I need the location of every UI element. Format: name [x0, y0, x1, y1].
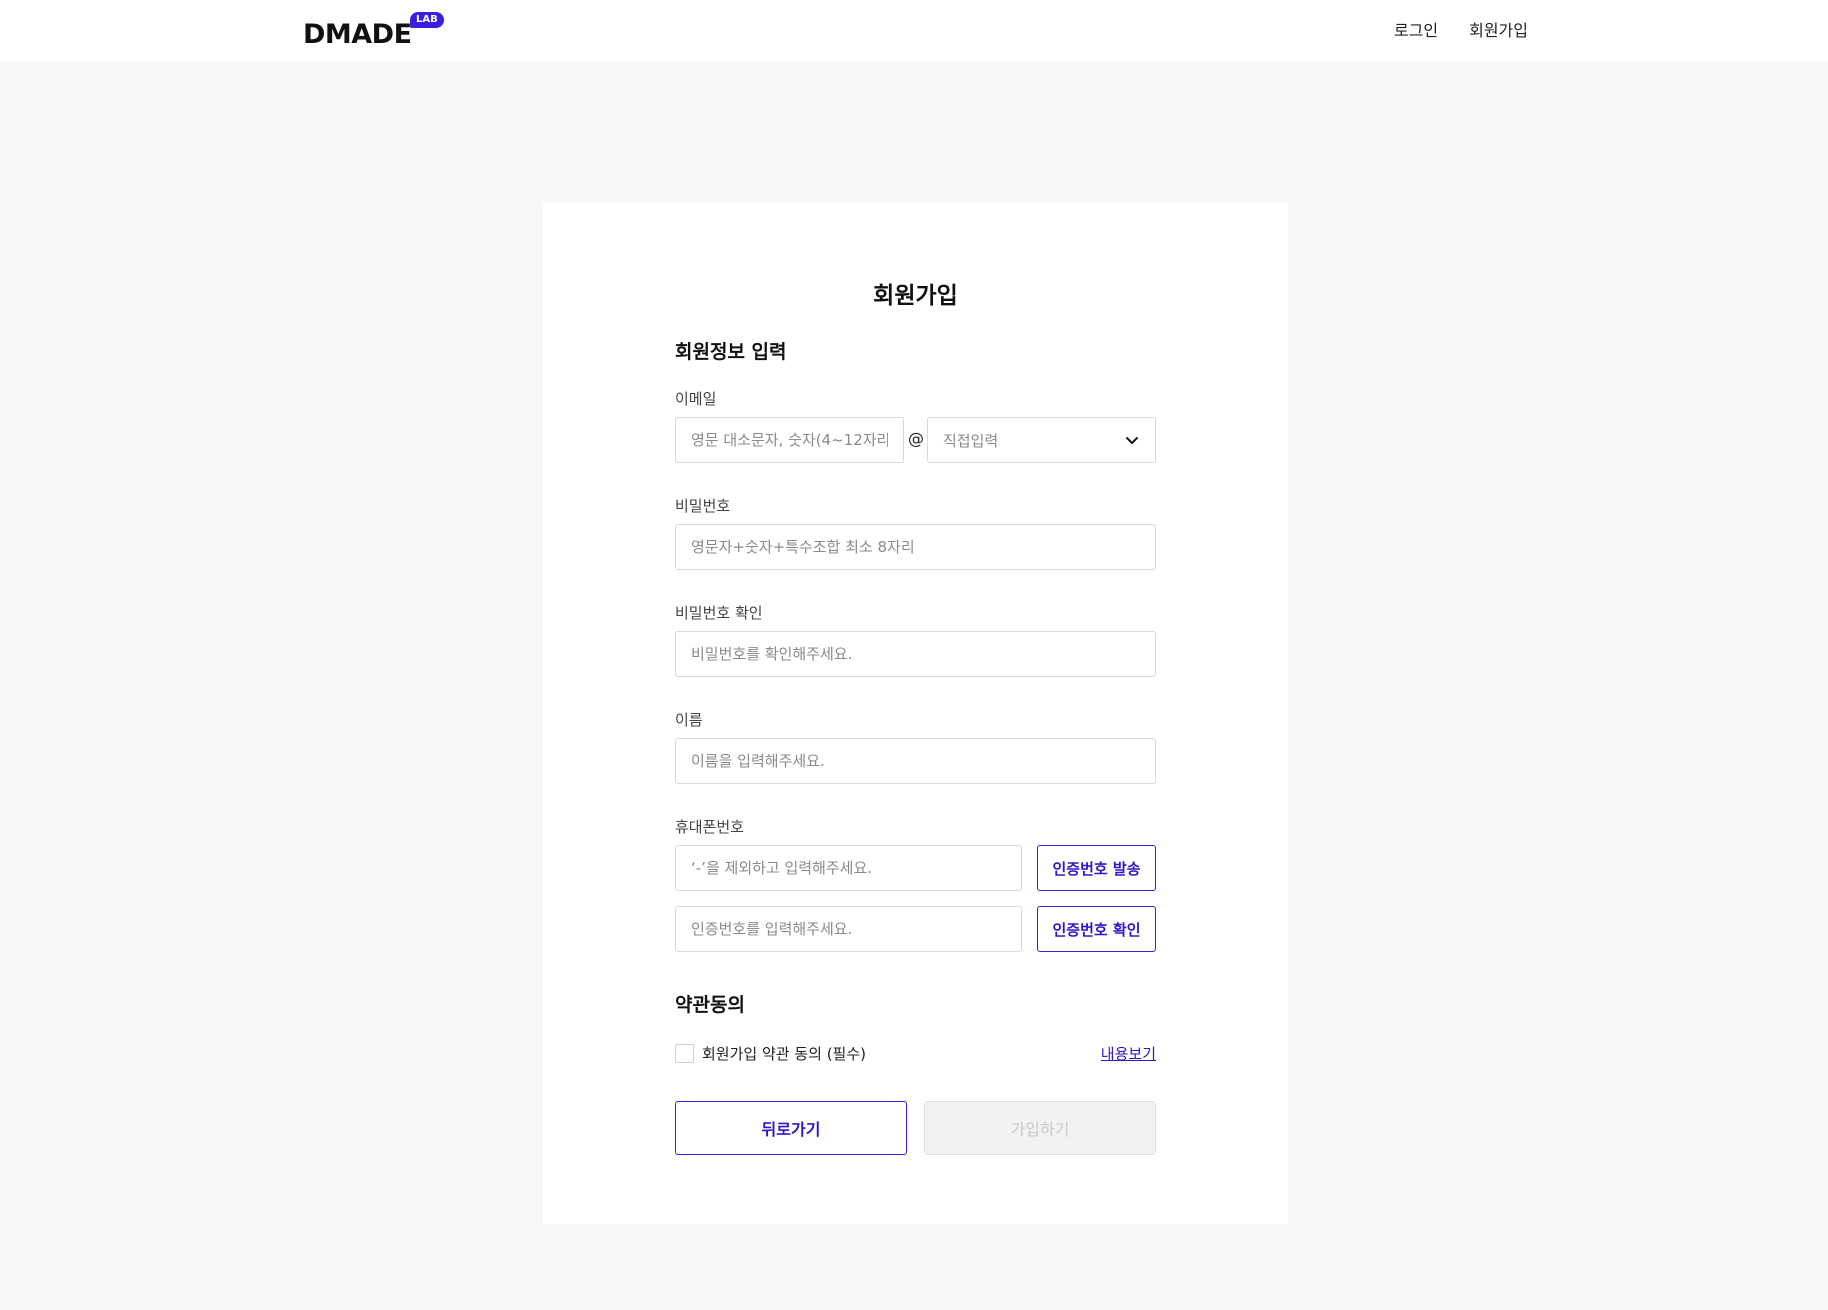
chevron-down-icon — [1126, 437, 1138, 444]
send-code-button[interactable]: 인증번호 발송 — [1037, 845, 1156, 891]
verification-code-input[interactable] — [675, 906, 1022, 952]
email-domain-select[interactable]: 직접입력 — [927, 417, 1156, 463]
password-confirm-input[interactable] — [675, 631, 1156, 677]
password-confirm-label: 비밀번호 확인 — [675, 604, 763, 622]
nav-login-link[interactable]: 로그인 — [1394, 17, 1438, 41]
top-nav: 로그인 회원가입 — [1394, 17, 1528, 41]
password-label: 비밀번호 — [675, 497, 731, 515]
password-input[interactable] — [675, 524, 1156, 570]
nav-signup-link[interactable]: 회원가입 — [1469, 17, 1528, 41]
submit-button[interactable]: 가입하기 — [924, 1101, 1156, 1155]
page-title: 회원가입 — [873, 283, 958, 309]
name-label: 이름 — [675, 711, 703, 729]
signup-card: 회원가입 회원정보 입력 이메일 @ 직접입력 비밀번호 비밀번호 확인 이름 … — [543, 203, 1288, 1224]
logo-text: DMADE — [303, 19, 412, 50]
logo[interactable]: DMADE LAB — [303, 12, 444, 50]
terms-agree-row: 회원가입 약관 동의 (필수) 내용보기 — [675, 1042, 1156, 1064]
terms-agree-checkbox[interactable] — [675, 1043, 694, 1063]
top-bar: DMADE LAB 로그인 회원가입 — [0, 0, 1828, 61]
email-label: 이메일 — [675, 390, 717, 408]
logo-badge: LAB — [410, 12, 444, 28]
phone-input[interactable] — [675, 845, 1022, 891]
email-id-input[interactable] — [675, 417, 904, 463]
info-section-title: 회원정보 입력 — [675, 341, 787, 363]
verify-code-button[interactable]: 인증번호 확인 — [1037, 906, 1156, 952]
back-button[interactable]: 뒤로가기 — [675, 1101, 907, 1155]
name-input[interactable] — [675, 738, 1156, 784]
terms-view-link[interactable]: 내용보기 — [1101, 1043, 1156, 1064]
phone-label: 휴대폰번호 — [675, 818, 745, 836]
email-at-symbol: @ — [908, 429, 924, 448]
email-domain-value: 직접입력 — [943, 431, 999, 450]
terms-section-title: 약관동의 — [675, 994, 745, 1016]
terms-agree-label[interactable]: 회원가입 약관 동의 (필수) — [702, 1043, 1101, 1064]
